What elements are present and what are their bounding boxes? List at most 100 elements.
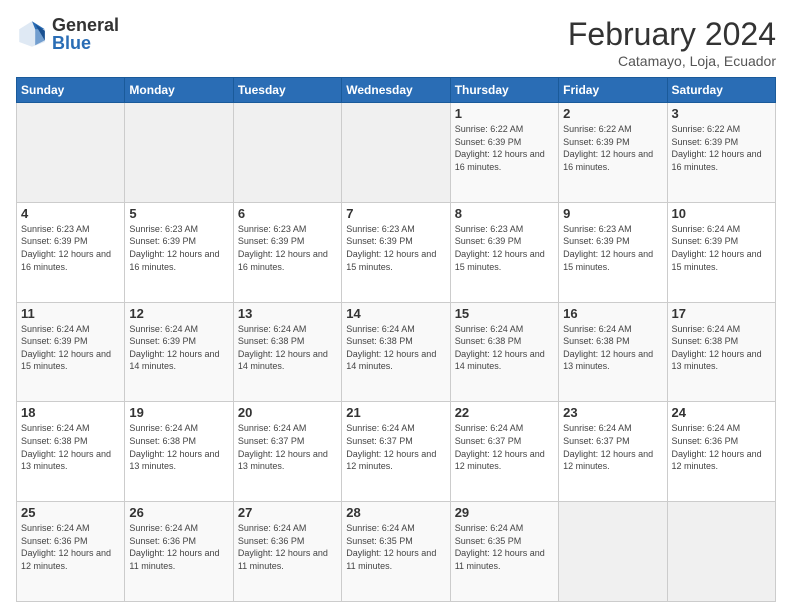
weekday-header-wednesday: Wednesday: [342, 78, 450, 103]
day-cell: 23 Sunrise: 6:24 AM Sunset: 6:37 PM Dayli…: [559, 402, 667, 502]
day-cell: 19Sunrise: 6:24 AM Sunset: 6:38 PM Dayli…: [125, 402, 233, 502]
day-number: 7: [346, 206, 445, 221]
day-cell: 16Sunrise: 6:24 AM Sunset: 6:38 PM Dayli…: [559, 302, 667, 402]
day-number: 11: [21, 306, 120, 321]
header: General Blue February 2024 Catamayo, Loj…: [16, 16, 776, 69]
day-cell: 22 Sunrise: 6:24 AM Sunset: 6:37 PM Dayli…: [450, 402, 558, 502]
day-info: Sunrise: 6:22 AM Sunset: 6:39 PM Dayligh…: [672, 123, 771, 173]
day-number: 29: [455, 505, 554, 520]
day-number: 13: [238, 306, 337, 321]
week-row-2: 4 Sunrise: 6:23 AM Sunset: 6:39 PM Daylig…: [17, 202, 776, 302]
week-row-1: 1Sunrise: 6:22 AM Sunset: 6:39 PM Daylig…: [17, 103, 776, 203]
day-info: Sunrise: 6:24 AM Sunset: 6:37 PM Dayligh…: [455, 422, 554, 472]
logo-blue: Blue: [52, 34, 119, 52]
logo: General Blue: [16, 16, 119, 52]
day-cell: 18 Sunrise: 6:24 AM Sunset: 6:38 PM Dayli…: [17, 402, 125, 502]
day-number: 10: [672, 206, 771, 221]
day-info: Sunrise: 6:24 AM Sunset: 6:36 PM Dayligh…: [238, 522, 337, 572]
day-cell: 29Sunrise: 6:24 AM Sunset: 6:35 PM Dayli…: [450, 502, 558, 602]
day-info: Sunrise: 6:23 AM Sunset: 6:39 PM Dayligh…: [21, 223, 120, 273]
day-cell: 28 Sunrise: 6:24 AM Sunset: 6:35 PM Dayli…: [342, 502, 450, 602]
day-number: 8: [455, 206, 554, 221]
day-cell: 13 Sunrise: 6:24 AM Sunset: 6:38 PM Dayli…: [233, 302, 341, 402]
logo-general: General: [52, 16, 119, 34]
day-info: Sunrise: 6:24 AM Sunset: 6:36 PM Dayligh…: [672, 422, 771, 472]
weekday-row: SundayMondayTuesdayWednesdayThursdayFrid…: [17, 78, 776, 103]
calendar-table: SundayMondayTuesdayWednesdayThursdayFrid…: [16, 77, 776, 602]
day-number: 26: [129, 505, 228, 520]
day-info: Sunrise: 6:24 AM Sunset: 6:38 PM Dayligh…: [346, 323, 445, 373]
day-cell: 7 Sunrise: 6:23 AM Sunset: 6:39 PM Daylig…: [342, 202, 450, 302]
day-info: Sunrise: 6:24 AM Sunset: 6:37 PM Dayligh…: [346, 422, 445, 472]
day-number: 18: [21, 405, 120, 420]
day-number: 14: [346, 306, 445, 321]
weekday-header-friday: Friday: [559, 78, 667, 103]
day-number: 17: [672, 306, 771, 321]
day-number: 6: [238, 206, 337, 221]
calendar-page: General Blue February 2024 Catamayo, Loj…: [0, 0, 792, 612]
day-info: Sunrise: 6:24 AM Sunset: 6:39 PM Dayligh…: [672, 223, 771, 273]
day-info: Sunrise: 6:24 AM Sunset: 6:35 PM Dayligh…: [346, 522, 445, 572]
title-block: February 2024 Catamayo, Loja, Ecuador: [568, 16, 776, 69]
logo-icon: [16, 18, 48, 50]
day-info: Sunrise: 6:24 AM Sunset: 6:36 PM Dayligh…: [21, 522, 120, 572]
day-cell: 12 Sunrise: 6:24 AM Sunset: 6:39 PM Dayli…: [125, 302, 233, 402]
week-row-4: 18 Sunrise: 6:24 AM Sunset: 6:38 PM Dayli…: [17, 402, 776, 502]
day-info: Sunrise: 6:22 AM Sunset: 6:39 PM Dayligh…: [563, 123, 662, 173]
day-number: 2: [563, 106, 662, 121]
day-number: 24: [672, 405, 771, 420]
day-cell: 8 Sunrise: 6:23 AM Sunset: 6:39 PM Daylig…: [450, 202, 558, 302]
day-info: Sunrise: 6:23 AM Sunset: 6:39 PM Dayligh…: [346, 223, 445, 273]
calendar-subtitle: Catamayo, Loja, Ecuador: [568, 53, 776, 69]
day-info: Sunrise: 6:24 AM Sunset: 6:38 PM Dayligh…: [672, 323, 771, 373]
week-row-5: 25 Sunrise: 6:24 AM Sunset: 6:36 PM Dayli…: [17, 502, 776, 602]
day-info: Sunrise: 6:24 AM Sunset: 6:39 PM Dayligh…: [129, 323, 228, 373]
day-cell: 20 Sunrise: 6:24 AM Sunset: 6:37 PM Dayli…: [233, 402, 341, 502]
day-info: Sunrise: 6:24 AM Sunset: 6:37 PM Dayligh…: [563, 422, 662, 472]
day-cell: 17 Sunrise: 6:24 AM Sunset: 6:38 PM Dayli…: [667, 302, 775, 402]
day-number: 25: [21, 505, 120, 520]
weekday-header-monday: Monday: [125, 78, 233, 103]
weekday-header-sunday: Sunday: [17, 78, 125, 103]
day-cell: 6Sunrise: 6:23 AM Sunset: 6:39 PM Daylig…: [233, 202, 341, 302]
day-cell: 1Sunrise: 6:22 AM Sunset: 6:39 PM Daylig…: [450, 103, 558, 203]
day-cell: [233, 103, 341, 203]
weekday-header-saturday: Saturday: [667, 78, 775, 103]
calendar-body: 1Sunrise: 6:22 AM Sunset: 6:39 PM Daylig…: [17, 103, 776, 602]
day-info: Sunrise: 6:23 AM Sunset: 6:39 PM Dayligh…: [455, 223, 554, 273]
day-info: Sunrise: 6:23 AM Sunset: 6:39 PM Dayligh…: [129, 223, 228, 273]
day-cell: 15Sunrise: 6:24 AM Sunset: 6:38 PM Dayli…: [450, 302, 558, 402]
day-info: Sunrise: 6:23 AM Sunset: 6:39 PM Dayligh…: [563, 223, 662, 273]
day-number: 4: [21, 206, 120, 221]
day-cell: 3 Sunrise: 6:22 AM Sunset: 6:39 PM Daylig…: [667, 103, 775, 203]
day-info: Sunrise: 6:22 AM Sunset: 6:39 PM Dayligh…: [455, 123, 554, 173]
day-number: 3: [672, 106, 771, 121]
weekday-header-tuesday: Tuesday: [233, 78, 341, 103]
logo-text: General Blue: [52, 16, 119, 52]
day-cell: 9Sunrise: 6:23 AM Sunset: 6:39 PM Daylig…: [559, 202, 667, 302]
day-number: 23: [563, 405, 662, 420]
day-info: Sunrise: 6:24 AM Sunset: 6:39 PM Dayligh…: [21, 323, 120, 373]
day-number: 19: [129, 405, 228, 420]
week-row-3: 11 Sunrise: 6:24 AM Sunset: 6:39 PM Dayli…: [17, 302, 776, 402]
day-info: Sunrise: 6:24 AM Sunset: 6:37 PM Dayligh…: [238, 422, 337, 472]
day-info: Sunrise: 6:24 AM Sunset: 6:38 PM Dayligh…: [563, 323, 662, 373]
day-number: 20: [238, 405, 337, 420]
day-info: Sunrise: 6:24 AM Sunset: 6:38 PM Dayligh…: [238, 323, 337, 373]
day-cell: 26Sunrise: 6:24 AM Sunset: 6:36 PM Dayli…: [125, 502, 233, 602]
day-cell: 27Sunrise: 6:24 AM Sunset: 6:36 PM Dayli…: [233, 502, 341, 602]
day-cell: 25 Sunrise: 6:24 AM Sunset: 6:36 PM Dayli…: [17, 502, 125, 602]
day-cell: 2 Sunrise: 6:22 AM Sunset: 6:39 PM Daylig…: [559, 103, 667, 203]
day-cell: [559, 502, 667, 602]
day-cell: [342, 103, 450, 203]
calendar-title: February 2024: [568, 16, 776, 53]
day-cell: 5Sunrise: 6:23 AM Sunset: 6:39 PM Daylig…: [125, 202, 233, 302]
day-number: 22: [455, 405, 554, 420]
day-number: 21: [346, 405, 445, 420]
day-cell: 11 Sunrise: 6:24 AM Sunset: 6:39 PM Dayli…: [17, 302, 125, 402]
day-number: 12: [129, 306, 228, 321]
day-cell: 10 Sunrise: 6:24 AM Sunset: 6:39 PM Dayli…: [667, 202, 775, 302]
day-cell: 4 Sunrise: 6:23 AM Sunset: 6:39 PM Daylig…: [17, 202, 125, 302]
day-number: 28: [346, 505, 445, 520]
day-info: Sunrise: 6:24 AM Sunset: 6:38 PM Dayligh…: [21, 422, 120, 472]
